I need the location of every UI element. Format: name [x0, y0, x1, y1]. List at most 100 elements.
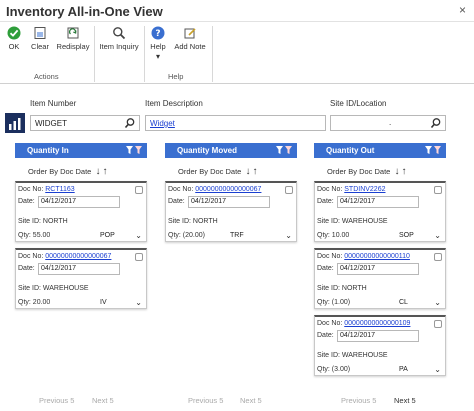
doc-label: Doc No: 00000000000000109 — [317, 320, 411, 327]
item-description-field[interactable]: Widget — [145, 115, 326, 131]
card-checkbox[interactable] — [135, 186, 143, 194]
date-field[interactable]: 04/12/2017 — [337, 196, 419, 208]
filter-icon[interactable] — [424, 145, 442, 155]
sort-down-icon[interactable]: ↓ — [394, 166, 399, 177]
ribbon: OK Clear Redisplay Item Inquiry ? Help ▾… — [0, 22, 474, 84]
date-field[interactable]: 04/12/2017 — [188, 196, 270, 208]
card-checkbox[interactable] — [434, 186, 442, 194]
quantity-in-title: Quantity In — [27, 146, 69, 155]
date-field[interactable]: 04/12/2017 — [337, 330, 419, 342]
sort-up-icon[interactable]: ↑ — [252, 166, 257, 177]
quantity-out-card[interactable]: Doc No: 00000000000000109 Date: 04/12/20… — [314, 315, 446, 376]
moved-previous-button[interactable]: Previous 5 — [188, 396, 223, 405]
sort-up-icon[interactable]: ↑ — [102, 166, 107, 177]
chevron-down-icon[interactable]: ⌄ — [135, 298, 142, 307]
card-checkbox[interactable] — [434, 320, 442, 328]
doc-link[interactable]: 00000000000000067 — [195, 186, 261, 193]
quantity-out-card[interactable]: Doc No: 00000000000000110 Date: 04/12/20… — [314, 248, 446, 309]
source-code: PA — [399, 366, 408, 373]
quantity-out-title: Quantity Out — [326, 146, 375, 155]
chevron-down-icon[interactable]: ⌄ — [434, 231, 441, 240]
quantity-out-header: Quantity Out — [314, 143, 446, 158]
date-field[interactable]: 04/12/2017 — [337, 263, 419, 275]
quantity-moved-order[interactable]: Order By Doc Date ↓ ↑ — [178, 166, 257, 177]
clear-icon — [34, 27, 46, 39]
filter-icon[interactable] — [275, 145, 293, 155]
item-inquiry-button[interactable]: Item Inquiry — [97, 26, 141, 51]
out-previous-button[interactable]: Previous 5 — [341, 396, 376, 405]
date-label: Date: — [317, 265, 334, 272]
order-label: Order By Doc Date — [327, 167, 391, 176]
filter-icon[interactable] — [125, 145, 143, 155]
ok-icon — [7, 26, 21, 40]
card-checkbox[interactable] — [285, 186, 293, 194]
sort-down-icon[interactable]: ↓ — [95, 166, 100, 177]
chevron-down-icon[interactable]: ▾ — [148, 52, 168, 61]
date-label: Date: — [18, 265, 35, 272]
redisplay-button[interactable]: Redisplay — [54, 26, 92, 51]
out-next-button[interactable]: Next 5 — [394, 396, 416, 405]
site-field[interactable]: . — [330, 115, 446, 131]
source-code: TRF — [230, 232, 244, 239]
ribbon-separator — [212, 26, 213, 82]
quantity-in-card[interactable]: Doc No: RCT1163 Date: 04/12/2017 Site ID… — [15, 181, 147, 242]
title-bar: Inventory All-in-One View × — [0, 0, 474, 22]
redisplay-icon — [67, 27, 79, 39]
sort-down-icon[interactable]: ↓ — [245, 166, 250, 177]
order-label: Order By Doc Date — [178, 167, 242, 176]
moved-next-button[interactable]: Next 5 — [240, 396, 262, 405]
quantity-moved-card[interactable]: Doc No: 00000000000000067 Date: 04/12/20… — [165, 181, 297, 242]
source-code: SOP — [399, 232, 414, 239]
lookup-icon[interactable] — [124, 117, 136, 129]
quantity-moved-header: Quantity Moved — [165, 143, 297, 158]
group-label-help: Help — [168, 72, 184, 81]
site-row: Site ID: WAREHOUSE — [18, 285, 89, 292]
item-inquiry-label: Item Inquiry — [99, 42, 139, 51]
quantity-in-header: Quantity In — [15, 143, 147, 158]
qty-row: Qty: 10.00 — [317, 232, 350, 239]
clear-button[interactable]: Clear — [28, 26, 52, 51]
qty-row: Qty: 20.00 — [18, 299, 51, 306]
close-icon[interactable]: × — [459, 3, 466, 17]
in-previous-button[interactable]: Previous 5 — [39, 396, 74, 405]
chevron-down-icon[interactable]: ⌄ — [434, 365, 441, 374]
item-number-field[interactable]: WIDGET — [30, 115, 140, 131]
add-note-label: Add Note — [174, 42, 206, 51]
date-field[interactable]: 04/12/2017 — [38, 196, 120, 208]
doc-link[interactable]: STDINV2262 — [344, 186, 385, 193]
chevron-down-icon[interactable]: ⌄ — [434, 298, 441, 307]
chart-icon[interactable] — [5, 113, 25, 133]
quantity-moved-title: Quantity Moved — [177, 146, 238, 155]
ok-button[interactable]: OK — [4, 26, 24, 51]
quantity-in-card[interactable]: Doc No: 00000000000000067 Date: 04/12/20… — [15, 248, 147, 309]
add-note-button[interactable]: Add Note — [172, 26, 208, 51]
ribbon-separator — [144, 26, 145, 82]
source-code: IV — [100, 299, 107, 306]
card-checkbox[interactable] — [434, 253, 442, 261]
redisplay-label: Redisplay — [56, 42, 90, 51]
item-description-link[interactable]: Widget — [150, 119, 175, 128]
site-row: Site ID: NORTH — [317, 285, 367, 292]
date-field[interactable]: 04/12/2017 — [38, 263, 120, 275]
doc-link[interactable]: 00000000000000109 — [344, 320, 410, 327]
quantity-in-order[interactable]: Order By Doc Date ↓ ↑ — [28, 166, 107, 177]
site-label: Site ID/Location — [330, 99, 387, 108]
in-next-button[interactable]: Next 5 — [92, 396, 114, 405]
chevron-down-icon[interactable]: ⌄ — [285, 231, 292, 240]
doc-label: Doc No: RCT1163 — [18, 186, 75, 193]
help-button[interactable]: ? Help ▾ — [148, 26, 168, 61]
qty-row: Qty: (20.00) — [168, 232, 205, 239]
lookup-icon[interactable] — [430, 117, 442, 129]
chevron-down-icon[interactable]: ⌄ — [135, 231, 142, 240]
doc-link[interactable]: 00000000000000110 — [344, 253, 410, 260]
sort-up-icon[interactable]: ↑ — [401, 166, 406, 177]
doc-link[interactable]: 00000000000000067 — [45, 253, 111, 260]
doc-link[interactable]: RCT1163 — [45, 186, 74, 193]
quantity-out-order[interactable]: Order By Doc Date ↓ ↑ — [327, 166, 406, 177]
doc-label: Doc No: 00000000000000067 — [168, 186, 262, 193]
date-label: Date: — [317, 198, 334, 205]
card-checkbox[interactable] — [135, 253, 143, 261]
site-row: Site ID: NORTH — [18, 218, 68, 225]
order-label: Order By Doc Date — [28, 167, 92, 176]
quantity-out-card[interactable]: Doc No: STDINV2262 Date: 04/12/2017 Site… — [314, 181, 446, 242]
